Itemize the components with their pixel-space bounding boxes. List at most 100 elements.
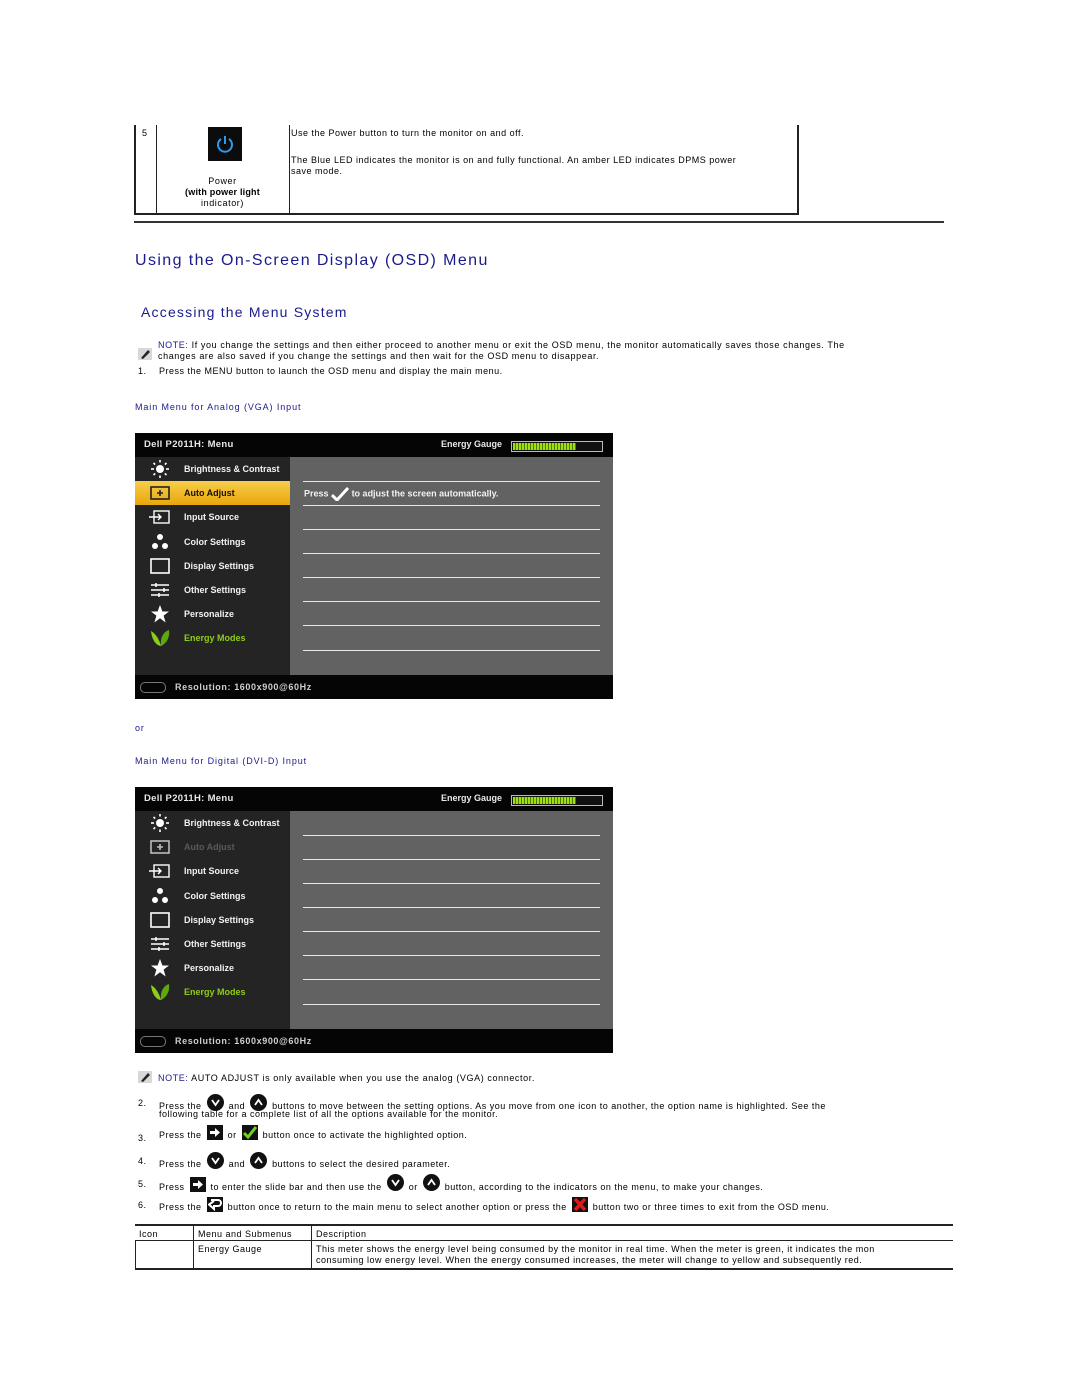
osd-menu-item-label: Personalize [184,609,235,620]
osd-submenu-panel: Press to adjust the screen automatically… [290,457,613,675]
energy-gauge [511,441,603,452]
text-run: Press the [159,1158,202,1169]
osd-menu-item[interactable]: Other Settings [135,932,290,956]
leaf-icon [149,983,171,1001]
note-auto-adjust: NOTE: AUTO ADJUST is only available when… [158,1073,535,1083]
text-run: or [227,1129,237,1140]
osd-menu-item[interactable]: Color Settings [135,884,290,908]
separator [303,979,600,980]
input-source-icon [149,862,171,880]
down-button-icon [206,1152,224,1169]
header-icon: Icon [139,1229,159,1239]
separator [303,553,600,554]
back-button-icon [206,1197,223,1212]
separator [303,835,600,836]
up-button-icon [250,1152,268,1169]
step-number: 4. [138,1156,147,1166]
energy-gauge [511,795,603,806]
step-number: 1. [138,366,147,376]
osd-menu-item-label: Other Settings [184,585,247,595]
separator [303,481,600,482]
section-title: Using the On-Screen Display (OSD) Menu [135,252,489,269]
text-run: button two or three times to exit from t… [592,1201,830,1212]
text-run: buttons to select the desired parameter. [272,1158,451,1169]
display-settings-icon [149,557,171,575]
osd-digital: Dell P2011H: Menu Energy Gauge Brightnes… [135,787,613,1053]
options-table: Icon Menu and Submenus Description Energ… [135,1224,953,1270]
osd-header: Dell P2011H: Menu Energy Gauge [135,787,613,811]
step-number: 5. [138,1179,147,1189]
osd-menu-item[interactable]: Display Settings [135,554,290,578]
note-icon [138,1071,152,1083]
text-run: button once to activate the highlighted … [262,1129,468,1140]
energy-gauge-label: Energy Gauge [441,439,503,449]
note-icon [138,348,152,360]
step-text: Press the and buttons to select the desi… [159,1152,451,1173]
note-line: If you change the settings and then eith… [188,340,845,350]
display-settings-icon [149,911,171,929]
separator [303,577,600,578]
text-run: Press [159,1181,185,1192]
text-run: button, according to the indicators on t… [444,1181,764,1192]
color-settings-icon [149,887,171,905]
table-row: Energy Gauge This meter shows the energy… [135,1241,953,1270]
section-divider [134,221,944,223]
osd-menu-item[interactable]: Input Source [135,505,290,529]
caption-analog: Main Menu for Analog (VGA) Input [135,402,302,412]
power-button-image [208,127,242,161]
separator [303,505,600,506]
text-run: Press the [159,1201,202,1212]
osd-menu-list: Brightness & Contrast Auto Adjust Input So… [135,811,290,1029]
step-text: Press the or button once to activate the… [159,1125,468,1143]
osd-title: Dell P2011H: Menu [144,439,234,450]
osd-menu-item-label: Input Source [184,512,240,523]
osd-menu-item[interactable]: Brightness & Contrast [135,457,290,481]
led-description: The Blue LED indicates the monitor is on… [291,155,737,165]
step-text: Press the MENU button to launch the OSD … [159,366,503,376]
osd-menu-item[interactable]: Input Source [135,859,290,883]
note-label: NOTE: [158,340,189,350]
power-label-indicator: indicator) [200,198,244,208]
hint-prefix: Press [304,488,329,499]
osd-menu-item[interactable]: Personalize [135,956,290,980]
text-run: Press the [159,1129,202,1140]
separator [303,931,600,932]
osd-menu-item-label: Auto Adjust [184,842,235,853]
led-description-cont: save mode. [291,166,343,176]
dvi-connector-icon [140,1036,166,1047]
power-description: Use the Power button to turn the monitor… [291,128,524,138]
osd-menu-item[interactable]: Auto Adjust [135,835,290,859]
note-text: NOTE: If you change the settings and the… [158,340,845,350]
separator [303,601,600,602]
note-label: NOTE: [158,1073,189,1083]
auto-adjust-icon [149,838,171,856]
exit-button-icon [571,1197,588,1212]
or-text: or [135,723,145,733]
osd-menu-item[interactable]: Display Settings [135,908,290,932]
osd-menu-item-label: Auto Adjust [184,488,235,499]
star-icon [149,605,171,623]
step-number: 6. [138,1200,147,1210]
text-run: or [408,1181,418,1192]
power-label: Power [208,176,237,186]
osd-menu-item-label: Color Settings [184,890,246,901]
osd-menu-item[interactable]: Personalize [135,602,290,626]
osd-menu-item[interactable]: Auto Adjust [135,481,290,506]
osd-menu-item-label: Brightness & Contrast [184,464,280,474]
resolution-text: Resolution: 1600x900@60Hz [175,682,312,692]
step-text: Press to enter the slide bar and then us… [159,1174,764,1196]
other-settings-icon [149,935,171,953]
osd-menu-item-label: Other Settings [184,939,247,949]
osd-menu-item[interactable]: Other Settings [135,578,290,602]
osd-menu-item[interactable]: Brightness & Contrast [135,811,290,835]
checkmark-icon [330,486,350,503]
osd-menu-item[interactable]: Energy Modes [135,980,290,1004]
osd-menu-item[interactable]: Energy Modes [135,626,290,650]
osd-menu-item[interactable]: Color Settings [135,530,290,554]
brightness-icon [149,814,171,832]
osd-footer: Resolution: 1600x900@60Hz [135,1029,613,1053]
note-text-cont: changes are also saved if you change the… [158,351,600,361]
osd-menu-item-label: Input Source [184,866,240,877]
note-line: AUTO ADJUST is only available when you u… [188,1073,535,1083]
color-settings-icon [149,533,171,551]
